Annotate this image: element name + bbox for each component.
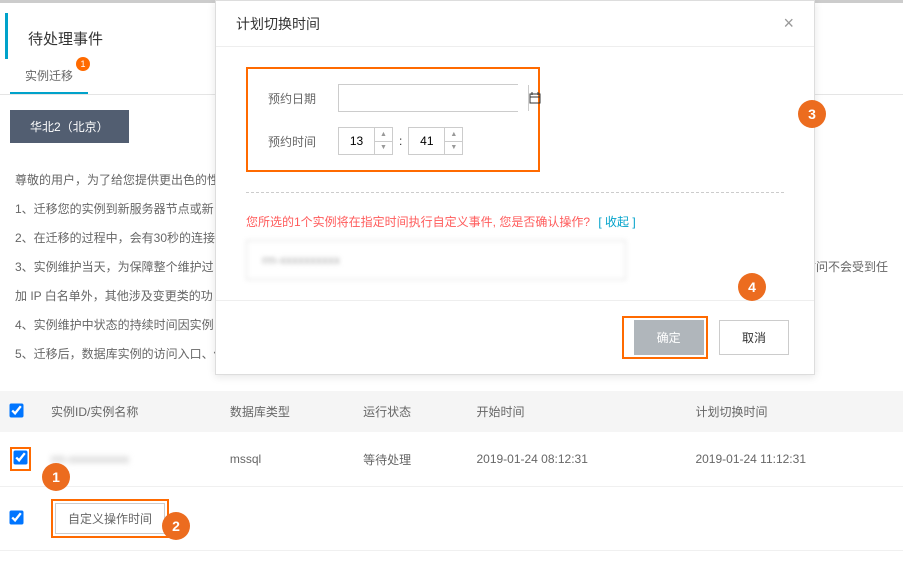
ok-button[interactable]: 确定	[634, 320, 704, 355]
start-time: 2019-01-24 08:12:31	[466, 432, 685, 487]
events-table: 实例ID/实例名称 数据库类型 运行状态 开始时间 计划切换时间 rm-xxxx…	[0, 391, 903, 551]
collapse-link[interactable]: [ 收起 ]	[598, 215, 635, 229]
modal-title: 计划切换时间	[236, 14, 320, 34]
confirm-message: 您所选的1个实例将在指定时间执行自定义事件, 您是否确认操作? [ 收起 ]	[246, 213, 784, 230]
col-switch-time: 计划切换时间	[685, 391, 903, 432]
hour-spinner[interactable]: ▲ ▼	[338, 127, 393, 155]
callout-1: 1	[42, 463, 70, 491]
tab-badge: 1	[76, 57, 90, 71]
calendar-icon[interactable]	[528, 85, 541, 111]
schedule-switch-modal: 计划切换时间 × 预约日期 预约时间	[215, 0, 815, 375]
close-icon[interactable]: ×	[783, 13, 794, 34]
hour-input[interactable]	[339, 128, 374, 154]
time-label: 预约时间	[268, 133, 338, 150]
minute-up-icon[interactable]: ▲	[445, 128, 462, 142]
region-selector[interactable]: 华北2（北京）	[10, 110, 129, 143]
callout-3: 3	[798, 100, 826, 128]
minute-input[interactable]	[409, 128, 444, 154]
date-input[interactable]	[338, 84, 518, 112]
custom-time-button[interactable]: 自定义操作时间	[55, 503, 165, 534]
form-highlight-box: 预约日期 预约时间 ▲ ▼	[246, 67, 540, 172]
switch-time: 2019-01-24 11:12:31	[685, 432, 903, 487]
select-all-checkbox[interactable]	[9, 403, 23, 417]
callout-2: 2	[162, 512, 190, 540]
actions-checkbox[interactable]	[9, 510, 23, 524]
col-db-type: 数据库类型	[220, 391, 353, 432]
db-type: mssql	[220, 432, 353, 487]
row-status: 等待处理	[353, 432, 466, 487]
callout-4: 4	[738, 273, 766, 301]
cancel-button[interactable]: 取消	[719, 320, 789, 355]
row-checkbox[interactable]	[13, 450, 27, 464]
hour-up-icon[interactable]: ▲	[375, 128, 392, 142]
col-instance-id: 实例ID/实例名称	[41, 391, 220, 432]
date-label: 预约日期	[268, 90, 338, 107]
minute-spinner[interactable]: ▲ ▼	[408, 127, 463, 155]
date-field[interactable]	[339, 85, 528, 111]
tab-label: 实例迁移	[25, 69, 73, 83]
col-status: 运行状态	[353, 391, 466, 432]
actions-row: 自定义操作时间	[0, 487, 903, 551]
table-row: rm-xxxxxxxxxx mssql 等待处理 2019-01-24 08:1…	[0, 432, 903, 487]
tab-instance-migration[interactable]: 实例迁移 1	[10, 59, 88, 94]
col-start-time: 开始时间	[466, 391, 685, 432]
hour-down-icon[interactable]: ▼	[375, 142, 392, 155]
time-separator: :	[399, 134, 402, 148]
minute-down-icon[interactable]: ▼	[445, 142, 462, 155]
instance-preview: rm-xxxxxxxxxx	[246, 240, 626, 280]
